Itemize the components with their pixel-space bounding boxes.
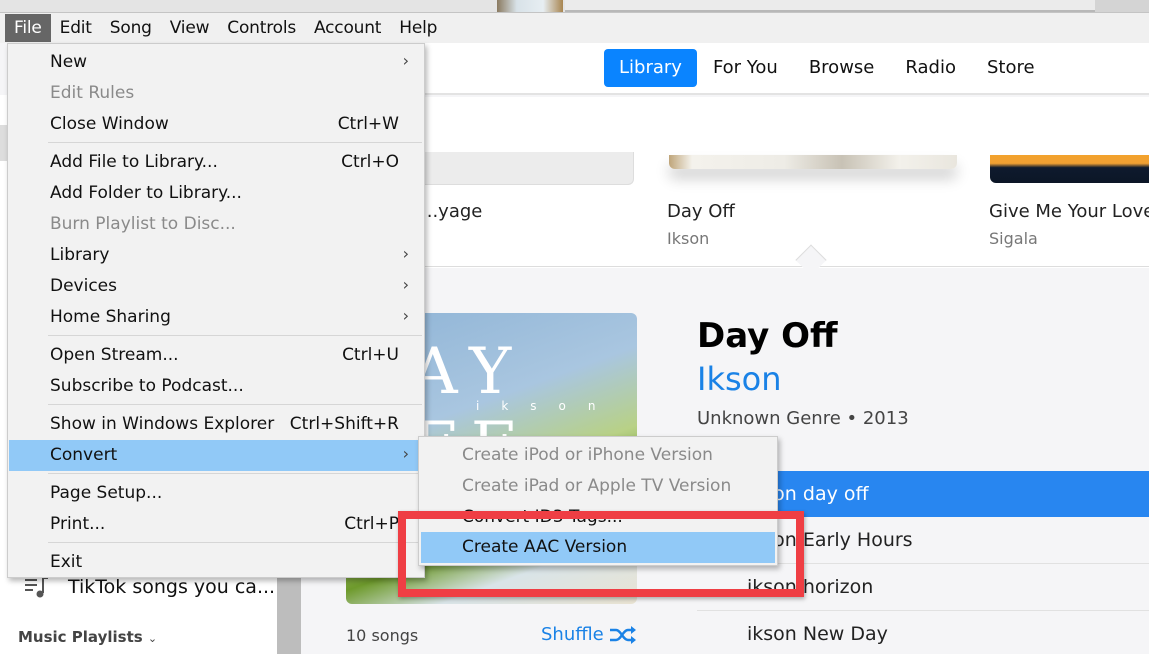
- mini-player-artwork: [497, 0, 563, 12]
- menu-item-page-setup[interactable]: Page Setup...: [9, 478, 423, 509]
- menu-item-devices[interactable]: Devices ›: [9, 271, 423, 302]
- submenu-item-create-ipod-version[interactable]: Create iPod or iPhone Version: [421, 440, 775, 471]
- album-artwork[interactable]: [990, 155, 1149, 183]
- menu-file[interactable]: File: [5, 14, 51, 42]
- menu-separator: [48, 473, 422, 474]
- window-controls-area: [1095, 0, 1149, 12]
- tab-for-you[interactable]: For You: [698, 49, 793, 87]
- window-top-strip: [0, 0, 1149, 13]
- album-title: Day Off: [697, 316, 838, 356]
- menu-edit[interactable]: Edit: [51, 14, 101, 42]
- chevron-right-icon: ›: [402, 444, 409, 463]
- track-row[interactable]: ikson New Day: [697, 611, 1149, 654]
- menu-item-new[interactable]: New ›: [9, 47, 423, 78]
- menu-bar: File Edit Song View Controls Account Hel…: [0, 13, 1149, 43]
- annotation-highlight-box: [398, 511, 804, 597]
- menu-controls[interactable]: Controls: [218, 14, 305, 42]
- chevron-right-icon: ›: [402, 244, 409, 263]
- navigation-bar: Library For You Browse Radio Store: [300, 43, 1149, 95]
- menu-item-burn-playlist[interactable]: Burn Playlist to Disc...: [9, 209, 423, 240]
- menu-separator: [48, 542, 422, 543]
- mini-player-bar: [565, 0, 1095, 12]
- menu-help[interactable]: Help: [390, 14, 446, 42]
- menu-separator: [48, 335, 422, 336]
- chevron-down-icon: ⌄: [147, 632, 158, 645]
- recent-album-title[interactable]: ...yage: [421, 201, 482, 222]
- menu-item-show-in-explorer[interactable]: Show in Windows Explorer Ctrl+Shift+R: [9, 409, 423, 440]
- menu-view[interactable]: View: [161, 14, 219, 42]
- song-count: 10 songs: [346, 626, 419, 645]
- recent-album-title[interactable]: Give Me Your Love: [989, 201, 1149, 222]
- album-genre-year: Unknown Genre • 2013: [697, 408, 909, 429]
- album-artwork[interactable]: [669, 155, 957, 169]
- cover-subtitle-text: ikson: [476, 399, 618, 413]
- menu-item-add-folder[interactable]: Add Folder to Library...: [9, 178, 423, 209]
- sidebar-playlist-item[interactable]: TikTok songs you ca...: [24, 575, 275, 599]
- menu-item-add-file[interactable]: Add File to Library... Ctrl+O: [9, 147, 423, 178]
- recent-album-title[interactable]: Day Off: [667, 201, 735, 222]
- tab-browse[interactable]: Browse: [794, 49, 890, 87]
- recent-album-artist[interactable]: Sigala: [989, 229, 1038, 248]
- album-artist-link[interactable]: Ikson: [697, 360, 782, 398]
- menu-item-edit-rules[interactable]: Edit Rules: [9, 78, 423, 109]
- playlist-name: TikTok songs you ca...: [68, 576, 276, 598]
- menu-item-print[interactable]: Print... Ctrl+P: [9, 509, 423, 540]
- menu-song[interactable]: Song: [101, 14, 161, 42]
- menu-item-subscribe-podcast[interactable]: Subscribe to Podcast...: [9, 371, 423, 402]
- tab-library[interactable]: Library: [604, 49, 697, 87]
- chevron-right-icon: ›: [402, 275, 409, 294]
- chevron-right-icon: ›: [402, 51, 409, 70]
- menu-item-close-window[interactable]: Close Window Ctrl+W: [9, 109, 423, 140]
- menu-separator: [48, 142, 422, 143]
- menu-separator: [48, 404, 422, 405]
- music-playlists-header[interactable]: Music Playlists ⌄: [18, 628, 157, 646]
- shuffle-label: Shuffle: [541, 624, 604, 645]
- recent-album-artist[interactable]: Ikson: [667, 229, 709, 248]
- recently-added-row: ...yage Day Off Ikson Give Me Your Love …: [301, 97, 1149, 276]
- tab-radio[interactable]: Radio: [890, 49, 971, 87]
- menu-item-library[interactable]: Library ›: [9, 240, 423, 271]
- chevron-right-icon: ›: [402, 306, 409, 325]
- shuffle-icon: [609, 625, 636, 644]
- menu-item-convert[interactable]: Convert ›: [9, 440, 423, 471]
- tab-store[interactable]: Store: [972, 49, 1050, 87]
- shuffle-button[interactable]: Shuffle: [541, 624, 638, 645]
- menu-account[interactable]: Account: [305, 14, 390, 42]
- submenu-item-create-ipad-version[interactable]: Create iPad or Apple TV Version: [421, 471, 775, 502]
- file-menu-dropdown: New › Edit Rules Close Window Ctrl+W Add…: [7, 43, 425, 578]
- menu-item-home-sharing[interactable]: Home Sharing ›: [9, 302, 423, 333]
- menu-item-open-stream[interactable]: Open Stream... Ctrl+U: [9, 340, 423, 371]
- playlist-icon: [25, 577, 48, 598]
- menu-item-exit[interactable]: Exit: [9, 547, 423, 578]
